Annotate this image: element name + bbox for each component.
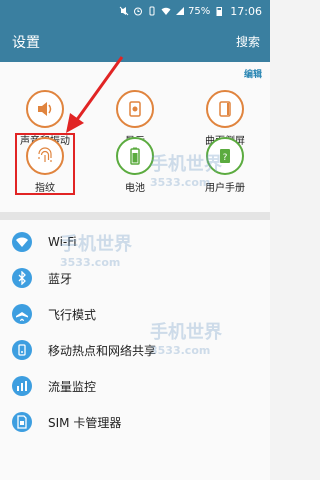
tile-label: 电池 bbox=[125, 183, 145, 194]
speaker-icon bbox=[26, 90, 64, 128]
list-item-label: 流量监控 bbox=[48, 379, 97, 394]
tile-battery[interactable]: 电池 bbox=[90, 137, 180, 197]
list-item-airplane-mode[interactable]: 飞行模式 bbox=[0, 296, 270, 332]
settings-list: Wi-Fi 蓝牙 飞行模式 移动热点和网络共享 流量监控 SIM 卡管理器 bbox=[0, 220, 270, 480]
list-item-wifi[interactable]: Wi-Fi bbox=[0, 224, 270, 260]
help-book-icon: ? bbox=[206, 137, 244, 175]
airplane-icon bbox=[12, 304, 32, 324]
bluetooth-icon bbox=[12, 268, 32, 288]
fingerprint-highlight-box bbox=[15, 133, 75, 195]
app-bar: 设置 搜索 bbox=[0, 22, 270, 62]
pointer-arrow bbox=[66, 56, 124, 133]
alarm-icon bbox=[133, 6, 143, 16]
list-item-label: Wi-Fi bbox=[48, 235, 77, 249]
list-item-label: SIM 卡管理器 bbox=[48, 415, 122, 430]
svg-text:?: ? bbox=[223, 153, 228, 163]
section-divider bbox=[0, 212, 270, 220]
tile-user-manual[interactable]: ? 用户手册 bbox=[180, 137, 270, 197]
list-item-label: 移动热点和网络共享 bbox=[48, 343, 157, 358]
list-item-bluetooth[interactable]: 蓝牙 bbox=[0, 260, 270, 296]
sim-card-icon bbox=[12, 412, 32, 432]
vibrate-icon bbox=[147, 6, 157, 16]
status-bar: 75% 17:06 bbox=[0, 0, 270, 22]
battery-percent: 75% bbox=[188, 5, 211, 17]
list-item-hotspot[interactable]: 移动热点和网络共享 bbox=[0, 332, 270, 368]
wifi-icon bbox=[161, 6, 171, 16]
list-item-data-usage[interactable]: 流量监控 bbox=[0, 368, 270, 404]
signal-icon bbox=[175, 6, 185, 16]
clock: 17:06 bbox=[230, 4, 262, 18]
mute-icon bbox=[119, 6, 129, 16]
edit-button[interactable]: 编辑 bbox=[244, 67, 262, 80]
list-item-label: 飞行模式 bbox=[48, 307, 97, 322]
page-title: 设置 bbox=[12, 35, 40, 51]
edge-screen-icon bbox=[206, 90, 244, 128]
list-item-sim-manager[interactable]: SIM 卡管理器 bbox=[0, 404, 270, 440]
tile-label: 用户手册 bbox=[205, 183, 245, 194]
list-item-label: 蓝牙 bbox=[48, 271, 73, 286]
data-usage-icon bbox=[12, 376, 32, 396]
search-button[interactable]: 搜索 bbox=[236, 33, 260, 50]
hotspot-icon bbox=[12, 340, 32, 360]
battery-icon bbox=[116, 137, 154, 175]
wifi-icon bbox=[12, 232, 32, 252]
battery-icon bbox=[214, 6, 224, 16]
